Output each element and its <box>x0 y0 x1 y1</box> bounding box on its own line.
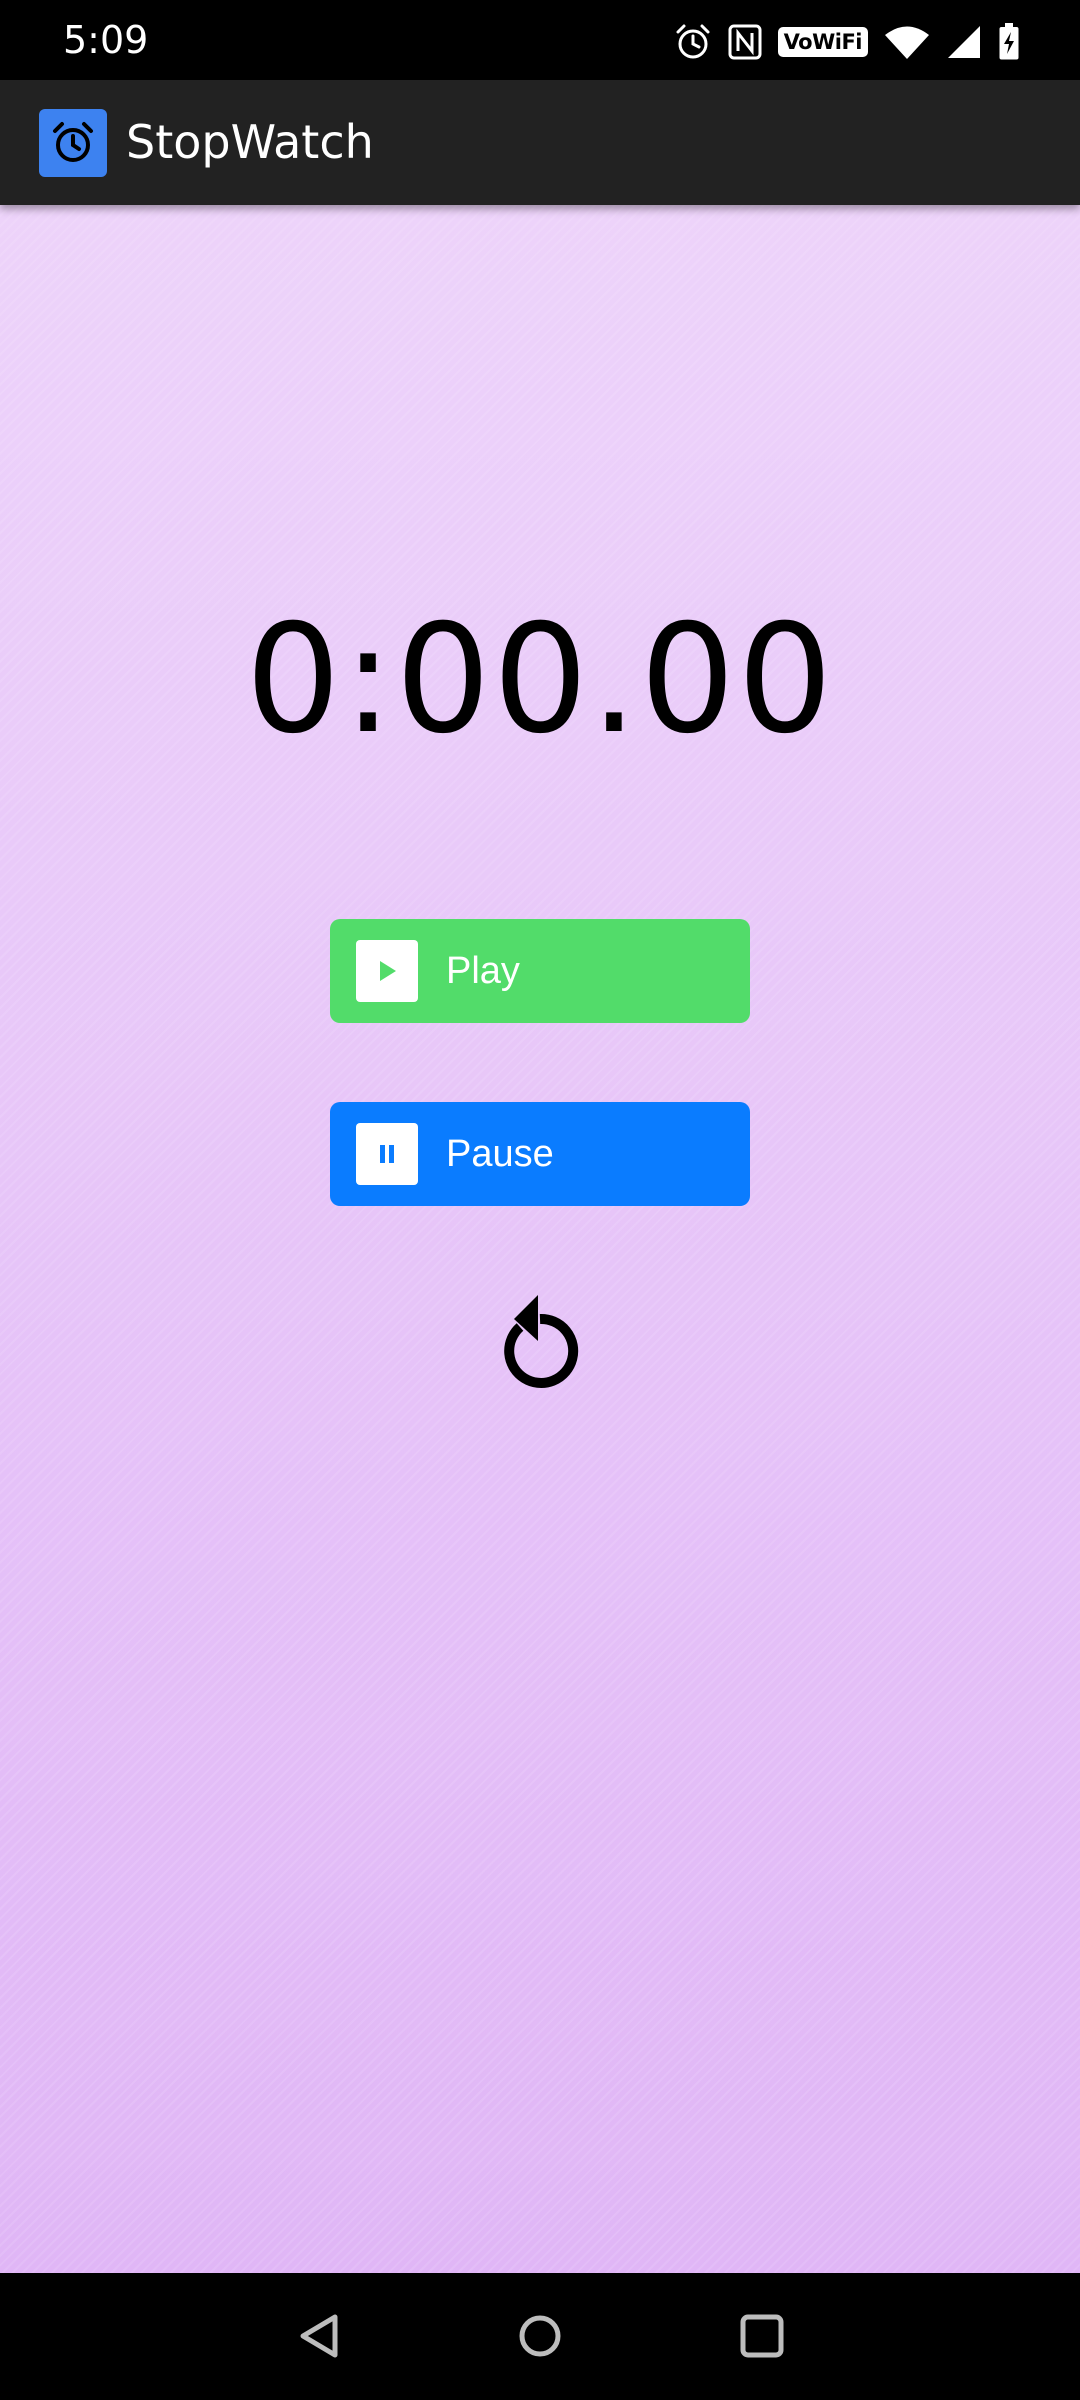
stopwatch-screen: 0:00.00 Play Pause <box>0 205 1080 2273</box>
home-icon[interactable] <box>515 2311 565 2361</box>
play-button-label: Play <box>446 949 520 992</box>
play-button[interactable]: Play <box>330 919 750 1023</box>
alarm-clock-icon <box>39 109 107 177</box>
pause-button-label: Pause <box>446 1132 554 1175</box>
signal-icon <box>946 24 982 60</box>
reset-icon <box>492 1285 588 1400</box>
wifi-icon <box>884 24 930 60</box>
status-time: 5:09 <box>63 18 149 62</box>
navigation-bar <box>0 2273 1080 2400</box>
app-bar: StopWatch <box>0 80 1080 205</box>
status-icons: VoWiFi <box>674 22 1020 62</box>
play-icon <box>356 940 418 1002</box>
vowifi-icon: VoWiFi <box>777 27 868 57</box>
battery-charging-icon <box>998 23 1020 61</box>
alarm-icon <box>674 23 712 61</box>
status-bar: 5:09 VoWiFi <box>0 0 1080 80</box>
recents-icon[interactable] <box>737 2311 787 2361</box>
pause-icon <box>356 1123 418 1185</box>
reset-button[interactable] <box>490 1287 590 1397</box>
nfc-icon <box>728 24 762 60</box>
pause-button[interactable]: Pause <box>330 1102 750 1206</box>
app-title: StopWatch <box>126 115 374 169</box>
back-icon[interactable] <box>295 2311 345 2361</box>
time-display: 0:00.00 <box>245 593 835 767</box>
